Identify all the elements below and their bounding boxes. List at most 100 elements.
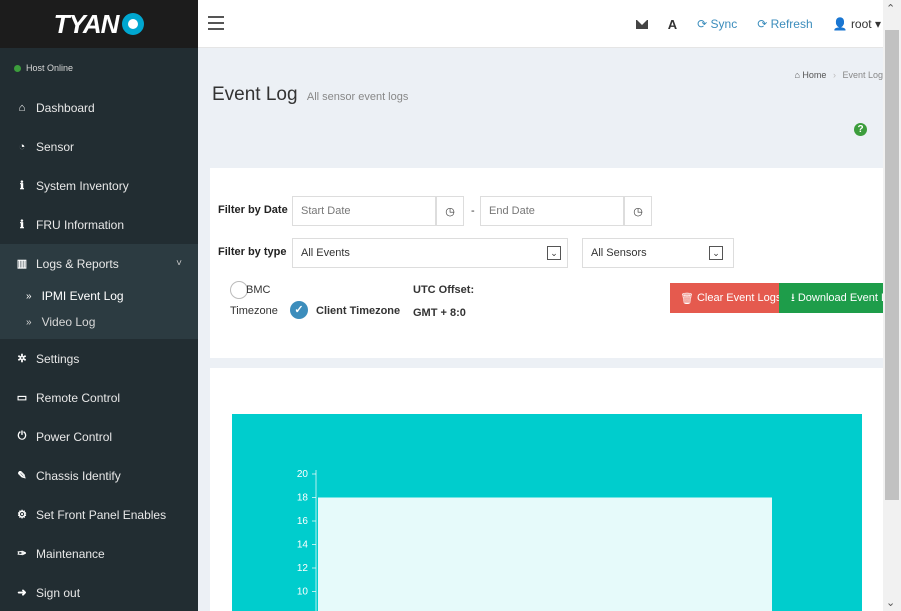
y-tick-label: 14 <box>297 540 309 551</box>
host-status-text: Host Online <box>26 63 74 73</box>
y-tick-label: 20 <box>297 469 309 480</box>
power-icon: ⏻ <box>17 430 27 442</box>
sync-button[interactable]: ⟳ Sync <box>697 17 737 31</box>
logo-text: TYAN <box>53 8 120 39</box>
status-dot-icon <box>14 64 21 72</box>
sidebar-item-label: Sensor <box>36 139 75 154</box>
bar-chart-icon: ▥ <box>16 258 28 270</box>
hamburger-menu-icon[interactable] <box>208 16 224 30</box>
download-icon: ⭳ <box>791 291 795 304</box>
chart-bar <box>318 497 772 611</box>
filter-by-type-label: Filter by type <box>218 246 287 258</box>
bmc-label-line1: BMC <box>246 284 271 296</box>
utc-offset-label: UTC Offset: <box>413 284 475 296</box>
start-date-placeholder: Start Date <box>301 205 351 217</box>
main-content: Event Log All sensor event logs ⌂ Home ›… <box>198 48 883 611</box>
clock-icon[interactable]: ◷ <box>436 196 464 226</box>
sidebar-item-label: Logs & Reports <box>36 256 119 271</box>
submenu-item-video-log[interactable]: » Video Log <box>0 309 198 335</box>
info-icon: ℹ <box>19 180 25 192</box>
sidebar-item-label: Settings <box>36 351 80 366</box>
double-chevron-right-icon: » <box>26 316 32 328</box>
sidebar-item-label: Chassis Identify <box>36 468 121 483</box>
sidebar-item-label: Power Control <box>36 429 113 444</box>
submenu-item-ipmi-event-log[interactable]: » IPMI Event Log <box>0 283 198 309</box>
breadcrumb-separator: › <box>832 70 836 80</box>
trash-icon: 🗑 <box>680 292 694 305</box>
utc-offset-value: GMT + 8:0 <box>413 307 466 319</box>
sidebar-item-fru-information[interactable]: ℹ FRU Information <box>0 205 198 244</box>
client-timezone-label: Client Timezone <box>316 305 401 317</box>
clear-button-label: Clear Event Logs <box>696 292 779 304</box>
y-tick-label: 16 <box>297 516 309 527</box>
submenu-item-label: Video Log <box>41 315 96 329</box>
sidebar-item-dashboard[interactable]: ⌂ Dashboard <box>0 88 198 127</box>
bmc-label-line2: Timezone <box>230 305 278 317</box>
user-label: root <box>850 17 872 31</box>
sidebar-item-remote-control[interactable]: ▭ Remote Control <box>0 378 198 417</box>
double-chevron-right-icon: » <box>26 290 32 302</box>
clear-event-logs-button[interactable]: 🗑 Clear Event Logs <box>670 283 779 313</box>
sensor-value: All Sensors <box>591 247 647 259</box>
wrench-icon: ✑ <box>17 548 27 560</box>
chevron-down-icon: ⌄ <box>547 246 561 260</box>
sidebar-item-logs-reports[interactable]: ▥ Logs & Reports ˅ <box>0 244 198 283</box>
sidebar-item-label: Set Front Panel Enables <box>36 507 167 522</box>
gauge-icon: ◔ <box>18 140 26 153</box>
sidebar-item-power-control[interactable]: ⏻ Power Control <box>0 417 198 456</box>
scroll-down-arrow-icon[interactable]: ⌄ <box>886 596 895 609</box>
user-icon: 👤 <box>832 17 848 31</box>
warning-icon[interactable]: A <box>668 17 677 32</box>
home-icon: ⌂ <box>18 101 26 114</box>
tyan-logo[interactable]: TYAN <box>0 0 198 48</box>
vertical-scrollbar[interactable]: ⌃ ⌄ <box>883 0 901 611</box>
breadcrumb-current: Event Log <box>842 70 883 80</box>
logo-circle-icon <box>122 13 145 35</box>
sidebar-item-set-front-panel-enables[interactable]: ⚙ Set Front Panel Enables <box>0 495 198 534</box>
sidebar-item-chassis-identify[interactable]: ✎ Chassis Identify <box>0 456 198 495</box>
monitor-icon: ▭ <box>16 392 28 404</box>
sync-icon: ⟳ <box>697 17 708 31</box>
sidebar: TYAN Host Online ⌂ Dashboard ◔ Sensor ℹ … <box>0 0 198 611</box>
sidebar-item-label: Maintenance <box>36 546 105 561</box>
y-tick-label: 10 <box>297 587 309 598</box>
y-tick-label: 12 <box>297 563 309 574</box>
chevron-down-icon: ⌄ <box>709 246 723 260</box>
sidebar-item-system-inventory[interactable]: ℹ System Inventory <box>0 166 198 205</box>
envelope-icon[interactable] <box>635 19 648 29</box>
sensor-select[interactable]: All Sensors ⌄ <box>582 238 734 268</box>
y-tick-label: 18 <box>297 493 309 504</box>
sidebar-item-settings[interactable]: ✲ Settings <box>0 339 198 378</box>
sidebar-item-sensor[interactable]: ◔ Sensor <box>0 127 198 166</box>
top-header: A ⟳ Sync ⟳ Refresh 👤 root ▾ <box>198 0 901 48</box>
client-timezone-radio[interactable]: ✓ <box>290 301 308 319</box>
end-date-placeholder: End Date <box>489 205 535 217</box>
scroll-up-arrow-icon[interactable]: ⌃ <box>886 2 895 15</box>
event-type-select[interactable]: All Events ⌄ <box>292 238 568 268</box>
sign-out-icon: ➜ <box>17 587 27 599</box>
header-actions: A ⟳ Sync ⟳ Refresh 👤 root ▾ <box>635 0 881 48</box>
filter-panel: Filter by Date Start Date ◷ - End Date ◷… <box>210 168 883 358</box>
start-date-input[interactable]: Start Date <box>292 196 436 226</box>
caret-down-icon: ▾ <box>874 17 881 31</box>
clock-icon[interactable]: ◷ <box>624 196 652 226</box>
sidebar-item-label: FRU Information <box>36 217 125 232</box>
refresh-icon: ⟳ <box>757 17 768 31</box>
user-menu[interactable]: 👤 root ▾ <box>833 17 881 31</box>
submenu-item-label: IPMI Event Log <box>41 289 124 303</box>
sidebar-item-maintenance[interactable]: ✑ Maintenance <box>0 534 198 573</box>
breadcrumb-home[interactable]: Home <box>802 70 826 80</box>
breadcrumb: ⌂ Home › Event Log <box>794 70 883 80</box>
scrollbar-thumb[interactable] <box>885 30 899 500</box>
download-event-logs-button[interactable]: ⭳ Download Event Logs <box>779 283 883 313</box>
cogs-icon: ⚙ <box>17 509 27 521</box>
help-icon[interactable]: ? <box>854 123 867 136</box>
page-title: Event Log All sensor event logs <box>212 84 408 106</box>
filter-by-date-label: Filter by Date <box>218 204 288 216</box>
sidebar-item-sign-out[interactable]: ➜ Sign out <box>0 573 198 611</box>
refresh-label: Refresh <box>770 17 813 31</box>
sync-label: Sync <box>710 17 738 31</box>
end-date-input[interactable]: End Date <box>480 196 624 226</box>
refresh-button[interactable]: ⟳ Refresh <box>757 17 812 31</box>
event-chart: 10 12 14 16 18 20 <box>232 414 862 611</box>
